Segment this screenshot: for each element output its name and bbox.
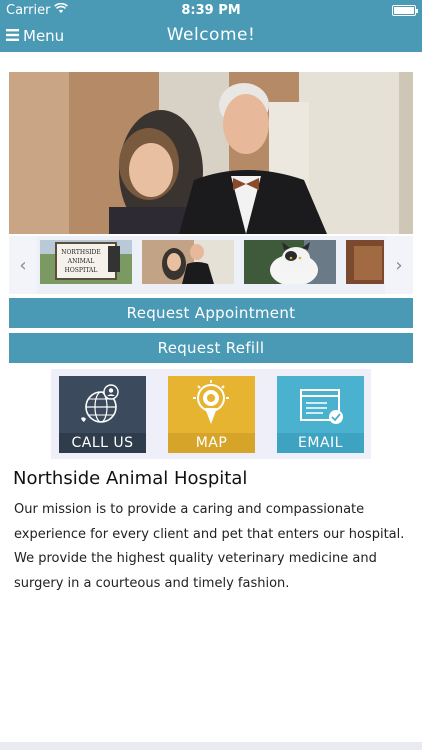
call-us-tile[interactable]: CALL US: [59, 376, 146, 453]
thumbnail-cat[interactable]: [244, 240, 336, 284]
sign-text-3: HOSPITAL: [65, 267, 98, 274]
thumbnail-couple[interactable]: [142, 240, 234, 284]
carousel-next-button[interactable]: ›: [385, 236, 413, 294]
email-tile[interactable]: EMAIL: [277, 376, 364, 453]
battery-icon: [392, 5, 418, 16]
hospital-heading: Northside Animal Hospital: [13, 468, 248, 489]
sign-text-2: ANIMAL: [67, 258, 94, 265]
map-label: MAP: [168, 433, 255, 453]
request-refill-button[interactable]: Request Refill: [9, 333, 413, 363]
status-bar: Carrier 8:39 PM: [0, 0, 422, 22]
hero-photo: [9, 72, 413, 234]
nav-bar: Menu Welcome!: [0, 22, 422, 52]
chevron-left-icon: ‹: [19, 254, 27, 276]
sign-text-1: NORTHSIDE: [61, 249, 101, 256]
call-us-label: CALL US: [59, 433, 146, 453]
mission-text: Our mission is to provide a caring and c…: [14, 502, 405, 591]
clock: 8:39 PM: [181, 3, 241, 18]
page-title: Welcome!: [166, 25, 256, 45]
thumbnail-sign[interactable]: NORTHSIDE ANIMAL HOSPITAL: [40, 240, 132, 284]
contact-tiles: CALL US MAP EMAIL: [51, 369, 371, 459]
chevron-right-icon: ›: [395, 254, 403, 276]
request-appointment-button[interactable]: Request Appointment: [9, 298, 413, 328]
next-section-strip: [0, 742, 422, 750]
thumbnail-carousel[interactable]: ‹ NORTHSIDE ANIMAL HOSPITAL ›: [9, 236, 413, 294]
map-tile[interactable]: MAP: [168, 376, 255, 453]
carousel-prev-button[interactable]: ‹: [9, 236, 37, 294]
email-label: EMAIL: [277, 433, 364, 453]
thumbnail-partial[interactable]: [346, 240, 384, 284]
